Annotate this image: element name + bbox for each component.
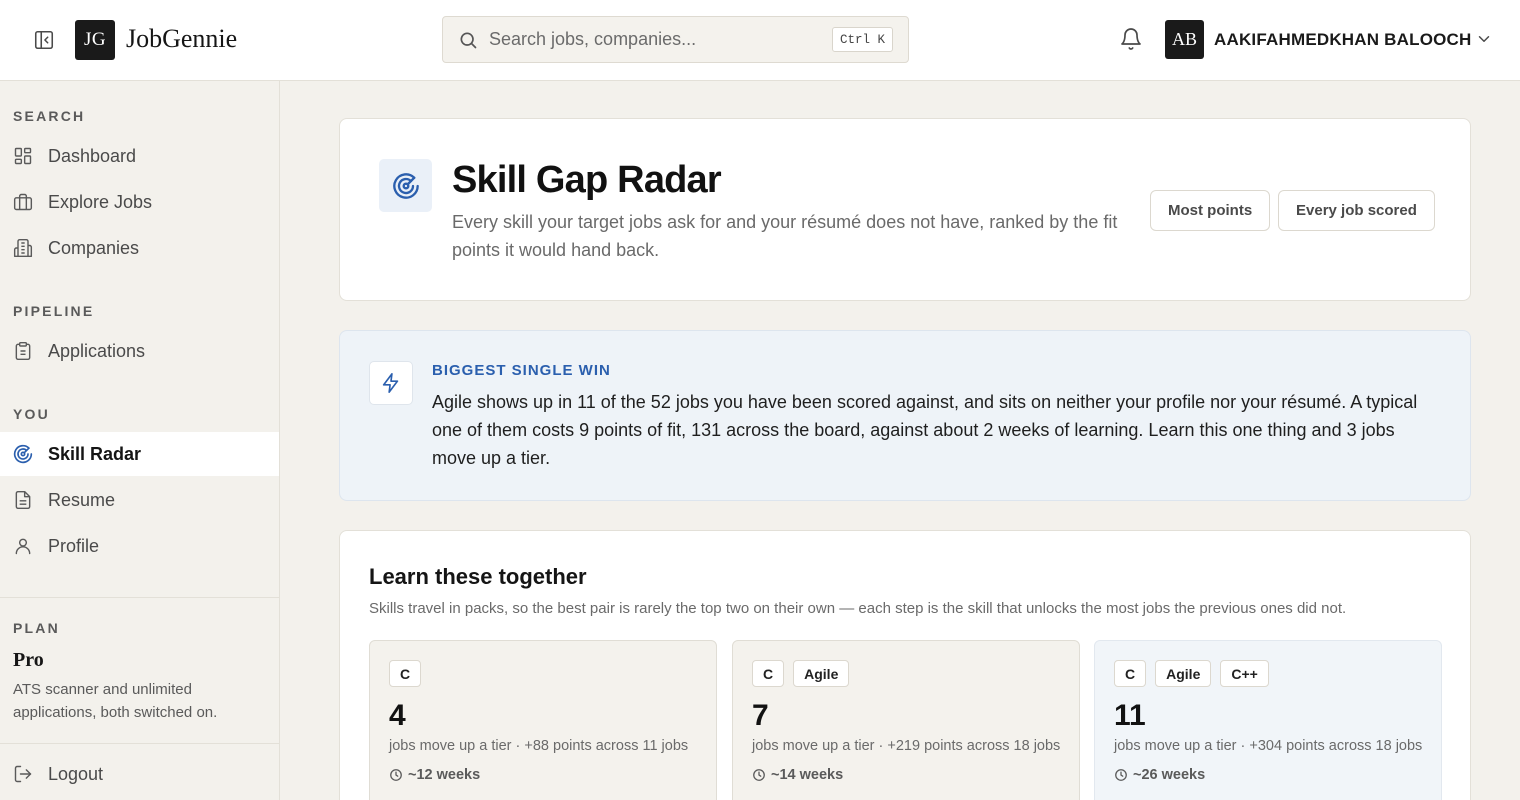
user-name[interactable]: AAKIFAHMEDKHAN BALOOCH (1214, 30, 1472, 50)
skill-chip[interactable]: C++ (1220, 660, 1269, 687)
sidebar-item-label: Profile (48, 535, 100, 556)
search-input[interactable] (489, 29, 819, 50)
avatar[interactable]: AB (1165, 20, 1204, 59)
sidebar-item-label: Logout (48, 763, 104, 784)
sidebar-item-label: Companies (48, 237, 140, 258)
pack-description: jobs move up a tier · +219 points across… (752, 738, 1061, 754)
sidebar-item-companies[interactable]: Companies (0, 226, 279, 270)
user-icon (15, 538, 31, 555)
biggest-win-callout: BIGGEST SINGLE WIN Agile shows up in 11 … (339, 330, 1471, 501)
page-title: Skill Gap Radar (452, 159, 722, 201)
pack-description: jobs move up a tier · +304 points across… (1114, 738, 1423, 754)
skill-chip[interactable]: C (389, 660, 422, 687)
sort-most-points-button[interactable]: Most points (1150, 190, 1271, 231)
sidebar-item-applications[interactable]: Applications (0, 329, 279, 373)
sidebar-item-resume[interactable]: Resume (0, 478, 279, 522)
clock-icon (1115, 769, 1127, 781)
pack-duration-text: ~26 weeks (1133, 767, 1206, 783)
pack-duration: ~12 weeks (389, 767, 480, 783)
search-icon (460, 32, 477, 48)
sidebar-toggle-button[interactable] (30, 26, 58, 54)
clipboard-icon (15, 341, 31, 361)
chevron-down-icon (1478, 36, 1490, 42)
document-icon (15, 490, 31, 510)
section-title: Learn these together (369, 564, 587, 589)
sidebar-item-label: Skill Radar (48, 443, 142, 464)
lightning-icon (382, 373, 399, 393)
dashboard-icon (14, 147, 32, 165)
skill-chips: C Agile (752, 660, 850, 687)
top-bar: JG JobGennie Ctrl K AB AAKIFAHMEDKHAN BA… (0, 0, 1520, 81)
radar-icon (392, 172, 419, 199)
skill-chip[interactable]: Agile (793, 660, 850, 687)
skill-chips: C (389, 660, 422, 687)
page-icon (379, 159, 432, 212)
sidebar-item-logout[interactable]: Logout (0, 752, 279, 796)
building-icon (13, 238, 33, 258)
clock-icon (753, 769, 765, 781)
pack-jobs-count: 11 (1114, 699, 1146, 732)
pack-jobs-count: 4 (389, 699, 406, 732)
plan-name: Pro (13, 649, 44, 671)
notifications-button[interactable] (1119, 27, 1143, 51)
skill-pack-card[interactable]: C 4 jobs move up a tier · +88 points acr… (369, 640, 717, 800)
sidebar-item-label: Applications (48, 340, 146, 361)
pack-duration: ~26 weeks (1114, 767, 1205, 783)
logout-icon (14, 765, 32, 783)
global-search[interactable]: Ctrl K (442, 16, 909, 63)
sort-every-job-button[interactable]: Every job scored (1278, 190, 1435, 231)
pack-duration: ~14 weeks (752, 767, 843, 783)
plan-description: ATS scanner and unlimited applications, … (13, 681, 218, 721)
section-label-search: SEARCH (13, 108, 86, 124)
section-label-plan: PLAN (13, 620, 60, 636)
section-label-you: YOU (13, 406, 50, 422)
skill-chip[interactable]: C (1114, 660, 1147, 687)
section-label-pipeline: PIPELINE (13, 303, 95, 319)
win-icon-box (369, 361, 413, 405)
pack-jobs-count: 7 (752, 699, 769, 732)
skill-pack-card[interactable]: C Agile 7 jobs move up a tier · +219 poi… (732, 640, 1080, 800)
skill-chip[interactable]: C (752, 660, 785, 687)
search-shortcut-hint: Ctrl K (831, 27, 893, 52)
pack-description: jobs move up a tier · +88 points across … (389, 738, 689, 754)
logo-text[interactable]: JobGennie (126, 24, 237, 54)
sidebar-divider (0, 597, 279, 598)
section-subtitle: Skills travel in packs, so the best pair… (369, 600, 1347, 617)
skill-chips: C Agile C++ (1114, 660, 1269, 687)
sidebar-item-profile[interactable]: Profile (0, 524, 279, 568)
win-label: BIGGEST SINGLE WIN (432, 362, 611, 379)
logo-mark[interactable]: JG (75, 20, 115, 60)
bell-icon (1121, 28, 1141, 50)
briefcase-icon (13, 193, 33, 211)
user-menu-button[interactable] (1475, 30, 1493, 48)
sidebar-item-skill-radar[interactable]: Skill Radar (0, 432, 279, 476)
sidebar-item-label: Dashboard (48, 145, 137, 166)
sidebar-item-label: Resume (48, 489, 116, 510)
learn-together-card: Learn these together Skills travel in pa… (339, 530, 1471, 800)
sidebar-divider (0, 743, 279, 744)
pack-duration-text: ~12 weeks (408, 767, 481, 783)
page-header-card: Skill Gap Radar Every skill your target … (339, 118, 1471, 301)
sidebar-item-dashboard[interactable]: Dashboard (0, 134, 279, 178)
sidebar-collapse-icon (34, 30, 54, 50)
page-subtitle: Every skill your target jobs ask for and… (452, 212, 1118, 260)
skill-chip[interactable]: Agile (1155, 660, 1212, 687)
sidebar-item-explore-jobs[interactable]: Explore Jobs (0, 180, 279, 224)
sidebar: SEARCH Dashboard Explore Jobs Companies … (0, 81, 280, 800)
pack-duration-text: ~14 weeks (771, 767, 844, 783)
sidebar-item-label: Explore Jobs (48, 191, 153, 212)
skill-pack-card[interactable]: C Agile C++ 11 jobs move up a tier · +30… (1094, 640, 1442, 800)
radar-icon (13, 444, 33, 464)
clock-icon (390, 769, 402, 781)
win-text: Agile shows up in 11 of the 52 jobs you … (432, 392, 1418, 468)
